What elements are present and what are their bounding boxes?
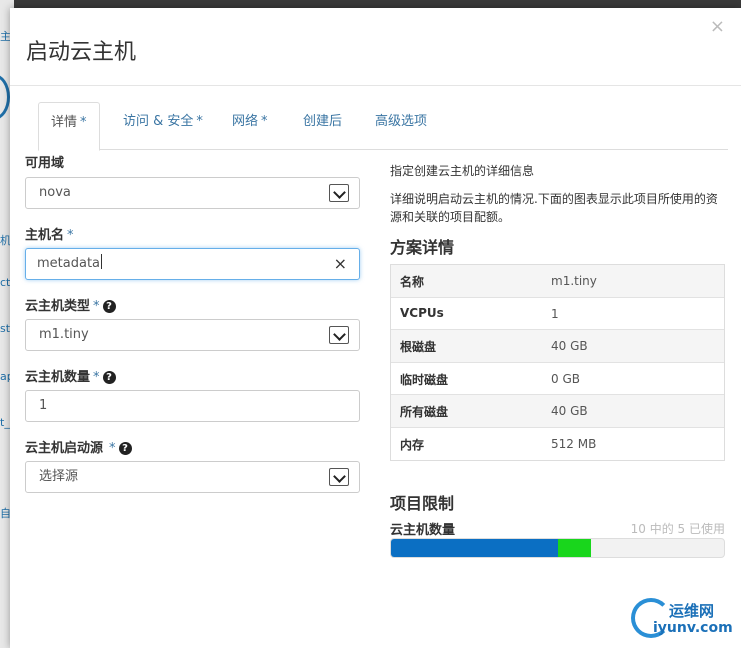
- row-value: m1.tiny: [551, 274, 597, 288]
- close-icon[interactable]: ×: [710, 16, 725, 37]
- instance-count-input[interactable]: 1: [25, 390, 360, 422]
- help-icon[interactable]: ?: [118, 442, 132, 455]
- hostname-input[interactable]: metadata ×: [25, 248, 360, 280]
- availability-zone-select[interactable]: nova: [25, 177, 360, 209]
- help-icon[interactable]: ?: [102, 371, 116, 384]
- row-value: 1: [551, 306, 559, 321]
- tab-label: 访问 & 安全: [123, 114, 194, 129]
- tab-networking[interactable]: 网络 *: [220, 102, 280, 150]
- tab-label: 详情: [51, 115, 78, 130]
- tab-details[interactable]: 详情 *: [38, 102, 100, 151]
- dialog-title: 启动云主机: [26, 40, 137, 65]
- table-row: 根磁盘 40 GB: [391, 330, 724, 363]
- row-key: 内存: [400, 437, 425, 452]
- row-key: 名称: [400, 275, 425, 289]
- project-limits-heading: 项目限制: [390, 494, 455, 513]
- flavor-details-table: 名称 m1.tiny VCPUs 1 根磁盘 40 GB 临时磁盘 0 GB 所…: [390, 264, 725, 461]
- chevron-down-icon[interactable]: [329, 326, 349, 344]
- row-key: VCPUs: [400, 305, 444, 320]
- required-marker: *: [196, 114, 203, 129]
- launch-instance-dialog: 启动云主机 × 详情 * 访问 & 安全 * 网络 * 创建后 高级选项 可用域 no…: [10, 8, 741, 648]
- input-value: 1: [39, 398, 48, 413]
- background-logo-fragment: [0, 74, 10, 120]
- table-row: VCPUs 1: [391, 298, 724, 330]
- dialog-header: 启动云主机 ×: [10, 8, 741, 86]
- input-value: metadata: [37, 256, 101, 271]
- hostname-label: 主机名 *: [25, 228, 74, 243]
- row-key: 临时磁盘: [400, 372, 449, 387]
- required-marker: *: [109, 441, 116, 456]
- table-row: 内存 512 MB: [391, 428, 724, 461]
- instance-quota-progress: [390, 538, 725, 558]
- instance-limit-usage: 10 中的 5 已使用: [630, 522, 725, 536]
- table-row: 临时磁盘 0 GB: [391, 363, 724, 395]
- tab-label: 网络: [232, 114, 259, 129]
- tab-post-creation[interactable]: 创建后: [291, 102, 354, 150]
- clear-icon[interactable]: ×: [334, 249, 347, 279]
- watermark-logo: 运维网 iyunv.com: [631, 598, 733, 642]
- watermark-url: iyunv.com: [653, 620, 733, 636]
- progress-used: [391, 539, 558, 557]
- select-value: nova: [39, 185, 71, 200]
- row-key: 根磁盘: [400, 340, 437, 354]
- instance-limit-label: 云主机数量: [390, 523, 456, 538]
- required-marker: *: [80, 115, 87, 130]
- background-topbar: [0, 0, 741, 8]
- chevron-down-icon[interactable]: [329, 184, 349, 202]
- details-description: 详细说明启动云主机的情况.下面的图表显示此项目所使用的资源和关联的项目配额。: [390, 192, 718, 224]
- progress-new: [557, 539, 591, 557]
- wizard-tabs: 详情 * 访问 & 安全 * 网络 * 创建后 高级选项: [38, 102, 728, 151]
- availability-zone-label: 可用域: [25, 156, 65, 171]
- table-row: 所有磁盘 40 GB: [391, 395, 724, 428]
- tab-advanced-options[interactable]: 高级选项: [363, 102, 439, 150]
- watermark-text: 运维网: [669, 602, 715, 620]
- instance-count-label: 云主机数量 *?: [25, 366, 116, 385]
- text-cursor: [101, 254, 103, 269]
- required-marker: *: [67, 228, 74, 243]
- boot-source-select[interactable]: 选择源: [25, 461, 360, 493]
- row-value: 512 MB: [551, 436, 597, 451]
- boot-source-label: 云主机启动源 *?: [25, 437, 132, 456]
- details-intro: 指定创建云主机的详细信息: [390, 164, 535, 178]
- help-icon[interactable]: ?: [102, 300, 116, 313]
- row-key: 所有磁盘: [400, 405, 449, 419]
- flavor-details-heading: 方案详情: [390, 238, 455, 257]
- flavor-select[interactable]: m1.tiny: [25, 319, 360, 351]
- required-marker: *: [261, 114, 268, 129]
- chevron-down-icon[interactable]: [329, 468, 349, 486]
- table-row: 名称 m1.tiny: [391, 265, 724, 298]
- required-marker: *: [93, 370, 100, 385]
- select-value: m1.tiny: [39, 327, 89, 342]
- tab-label: 创建后: [303, 114, 343, 129]
- row-value: 0 GB: [551, 371, 580, 386]
- tab-access-security[interactable]: 访问 & 安全 *: [111, 102, 215, 150]
- select-value: 选择源: [39, 469, 79, 484]
- tab-label: 高级选项: [375, 114, 428, 129]
- required-marker: *: [93, 299, 100, 314]
- flavor-label: 云主机类型 *?: [25, 295, 116, 314]
- row-value: 40 GB: [551, 339, 588, 353]
- row-value: 40 GB: [551, 404, 588, 418]
